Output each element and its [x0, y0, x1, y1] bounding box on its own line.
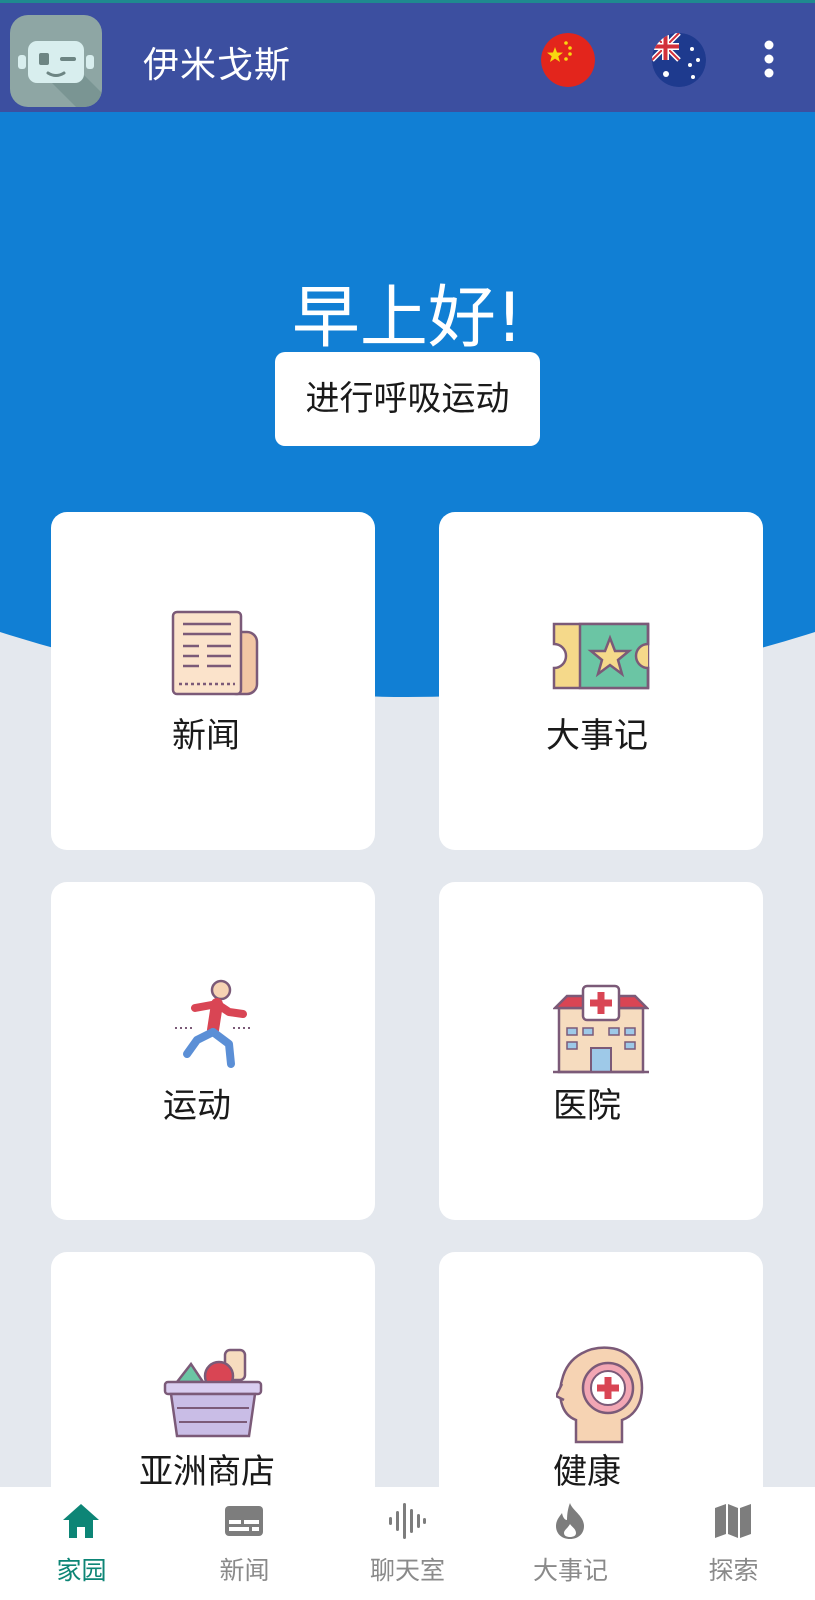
- greeting-heading: 早上好!: [291, 279, 524, 358]
- china-flag-icon[interactable]: [541, 33, 595, 87]
- card-news[interactable]: 新闻: [51, 512, 375, 850]
- card-news-label: 新闻: [172, 716, 240, 756]
- more-vertical-icon[interactable]: [754, 37, 784, 81]
- home-icon: [63, 1504, 99, 1538]
- nav-item-news[interactable]: 新闻: [163, 1487, 326, 1600]
- nav-item-chatroom[interactable]: 聊天室: [326, 1487, 489, 1600]
- card-events-label: 大事记: [546, 716, 648, 756]
- nav-label-chatroom: 聊天室: [369, 1556, 445, 1585]
- flame-icon: [556, 1503, 584, 1539]
- nav-label-home: 家园: [56, 1556, 107, 1585]
- map-icon: [715, 1504, 751, 1538]
- nav-item-explore[interactable]: 探索: [652, 1487, 815, 1600]
- sound-wave-icon: [389, 1503, 426, 1539]
- card-asian-shop-label: 亚洲商店: [139, 1452, 275, 1492]
- nav-item-events[interactable]: 大事记: [489, 1487, 652, 1600]
- app-bar: 伊米戈斯: [0, 0, 815, 112]
- running-person-icon: [175, 979, 251, 1068]
- nav-label-events: 大事记: [532, 1556, 608, 1585]
- ticket-star-icon: [552, 622, 650, 690]
- grocery-basket-icon: [163, 1348, 263, 1438]
- newspaper-icon: [171, 610, 259, 696]
- card-sports-label: 运动: [163, 1086, 231, 1126]
- australia-flag-icon[interactable]: [652, 33, 706, 87]
- nav-label-news: 新闻: [219, 1556, 270, 1585]
- news-card-icon: [225, 1506, 263, 1536]
- card-health-label: 健康: [553, 1452, 621, 1492]
- robot-logo-icon[interactable]: [10, 15, 102, 107]
- bottom-navigation: 家园 新闻 聊天室 大事记 探索: [0, 1487, 815, 1600]
- nav-label-explore: 探索: [708, 1556, 759, 1585]
- card-hospital[interactable]: 医院: [439, 882, 763, 1220]
- breathing-exercise-button[interactable]: 进行呼吸运动: [275, 352, 540, 446]
- card-events[interactable]: 大事记: [439, 512, 763, 850]
- hospital-icon: [553, 984, 649, 1074]
- head-medical-cross-icon: [556, 1346, 644, 1444]
- card-hospital-label: 医院: [553, 1086, 621, 1126]
- nav-item-home[interactable]: 家园: [0, 1487, 163, 1600]
- card-sports[interactable]: 运动: [51, 882, 375, 1220]
- app-title: 伊米戈斯: [143, 45, 292, 86]
